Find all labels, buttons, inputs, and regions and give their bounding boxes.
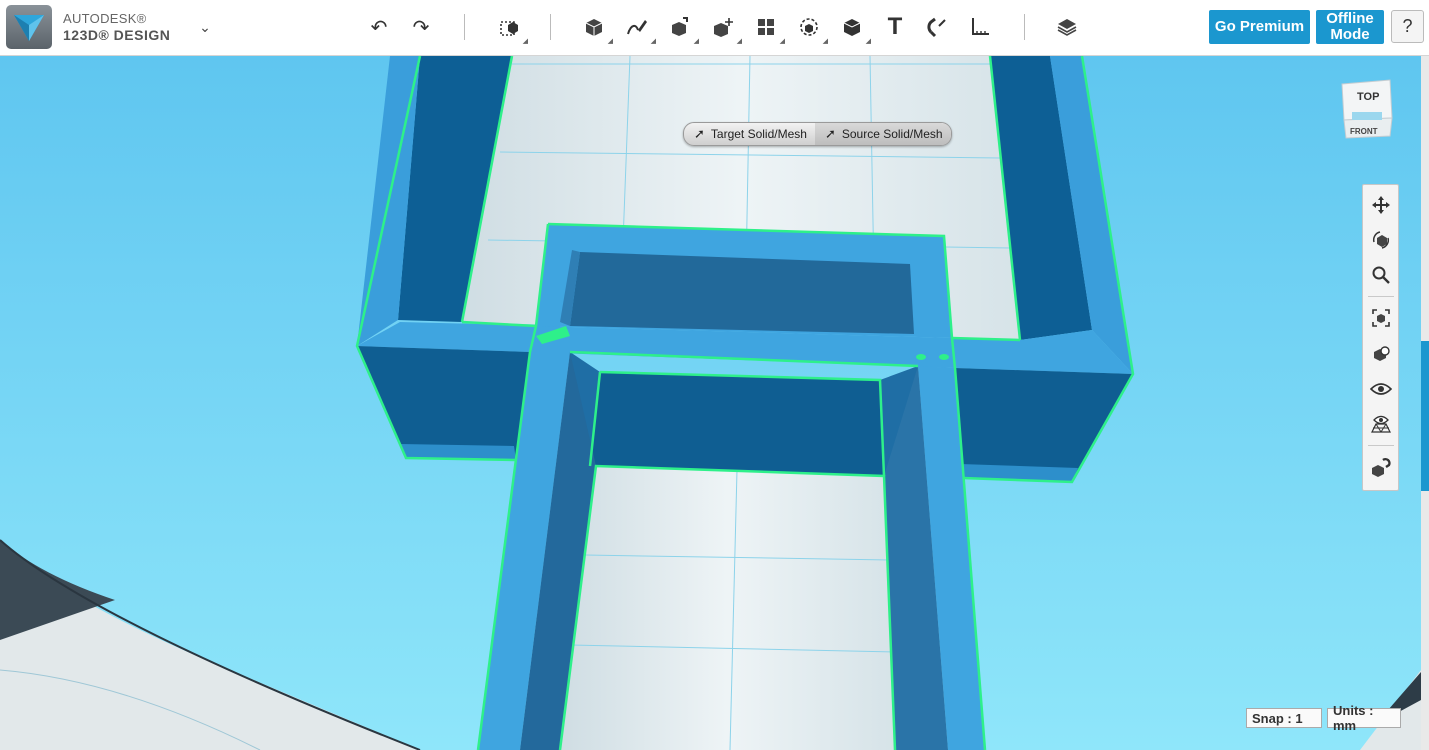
toolbar-divider [464, 14, 465, 40]
viewcube-front-label[interactable]: FRONT [1350, 127, 1378, 136]
view-cube[interactable]: TOP FRONT [1340, 78, 1394, 140]
top-toolbar: AUTODESK® 123D® DESIGN ⌄ ↶ ↷ ◢ ◢ ◢ ◢ ◢ ◢… [0, 0, 1429, 56]
sketch-icon[interactable]: ◢ [620, 10, 656, 45]
cursor-arrow-icon: ➚ [824, 126, 836, 141]
cursor-arrow-icon: ➚ [694, 126, 705, 141]
orbit-icon[interactable] [1369, 228, 1393, 252]
help-button[interactable]: ? [1391, 10, 1424, 43]
boolean-selection-bar: ➚ Target Solid/Mesh ➚ Source Solid/Mesh [683, 122, 952, 146]
measure-icon[interactable] [963, 10, 997, 44]
offline-mode-button[interactable]: Offline Mode [1316, 10, 1384, 44]
target-label: Target Solid/Mesh [710, 127, 807, 141]
target-solid-mesh-button[interactable]: ➚ Target Solid/Mesh [684, 123, 815, 145]
app-logo[interactable] [6, 5, 52, 49]
transform-icon[interactable]: ◢ [492, 10, 528, 45]
undo-icon[interactable]: ↶ [362, 10, 396, 44]
combine-icon[interactable]: ◢ [835, 10, 871, 45]
brand-product: 123D® DESIGN [63, 27, 171, 43]
text-icon[interactable]: T [878, 10, 912, 44]
units-status[interactable]: Units : mm [1327, 703, 1401, 733]
model-canvas[interactable] [0, 56, 1429, 750]
side-panel-tab[interactable] [1421, 341, 1429, 491]
material-icon[interactable] [1050, 10, 1084, 44]
snap-status[interactable]: Snap : 1 [1246, 708, 1322, 728]
pattern-icon[interactable]: ◢ [749, 10, 785, 45]
fit-icon[interactable] [1369, 306, 1393, 330]
navigation-bar [1362, 184, 1399, 491]
material-view-icon[interactable] [1369, 412, 1393, 436]
side-panel-edge [1421, 56, 1429, 750]
pan-icon[interactable] [1369, 193, 1393, 217]
primitives-icon[interactable]: ◢ [577, 10, 613, 45]
redo-icon[interactable]: ↷ [404, 10, 438, 44]
snap-to-icon[interactable] [1369, 455, 1393, 479]
3d-viewport[interactable] [0, 56, 1429, 750]
source-solid-mesh-button[interactable]: ➚ Source Solid/Mesh [814, 123, 951, 145]
chevron-down-icon[interactable]: ⌄ [188, 10, 222, 44]
snap-icon[interactable] [920, 10, 954, 44]
view-icon[interactable] [1369, 342, 1393, 366]
brand-company: AUTODESK® [63, 11, 147, 26]
zoom-icon[interactable] [1369, 263, 1393, 287]
modify-icon[interactable]: ◢ [706, 10, 742, 45]
source-label: Source Solid/Mesh [841, 127, 943, 141]
grouping-icon[interactable]: ◢ [792, 10, 828, 45]
viewcube-top-label[interactable]: TOP [1357, 91, 1379, 103]
go-premium-button[interactable]: Go Premium [1209, 10, 1310, 44]
toolbar-divider [550, 14, 551, 40]
construct-icon[interactable]: ◢ [663, 10, 699, 45]
visibility-icon[interactable] [1369, 377, 1393, 401]
toolbar-divider [1024, 14, 1025, 40]
